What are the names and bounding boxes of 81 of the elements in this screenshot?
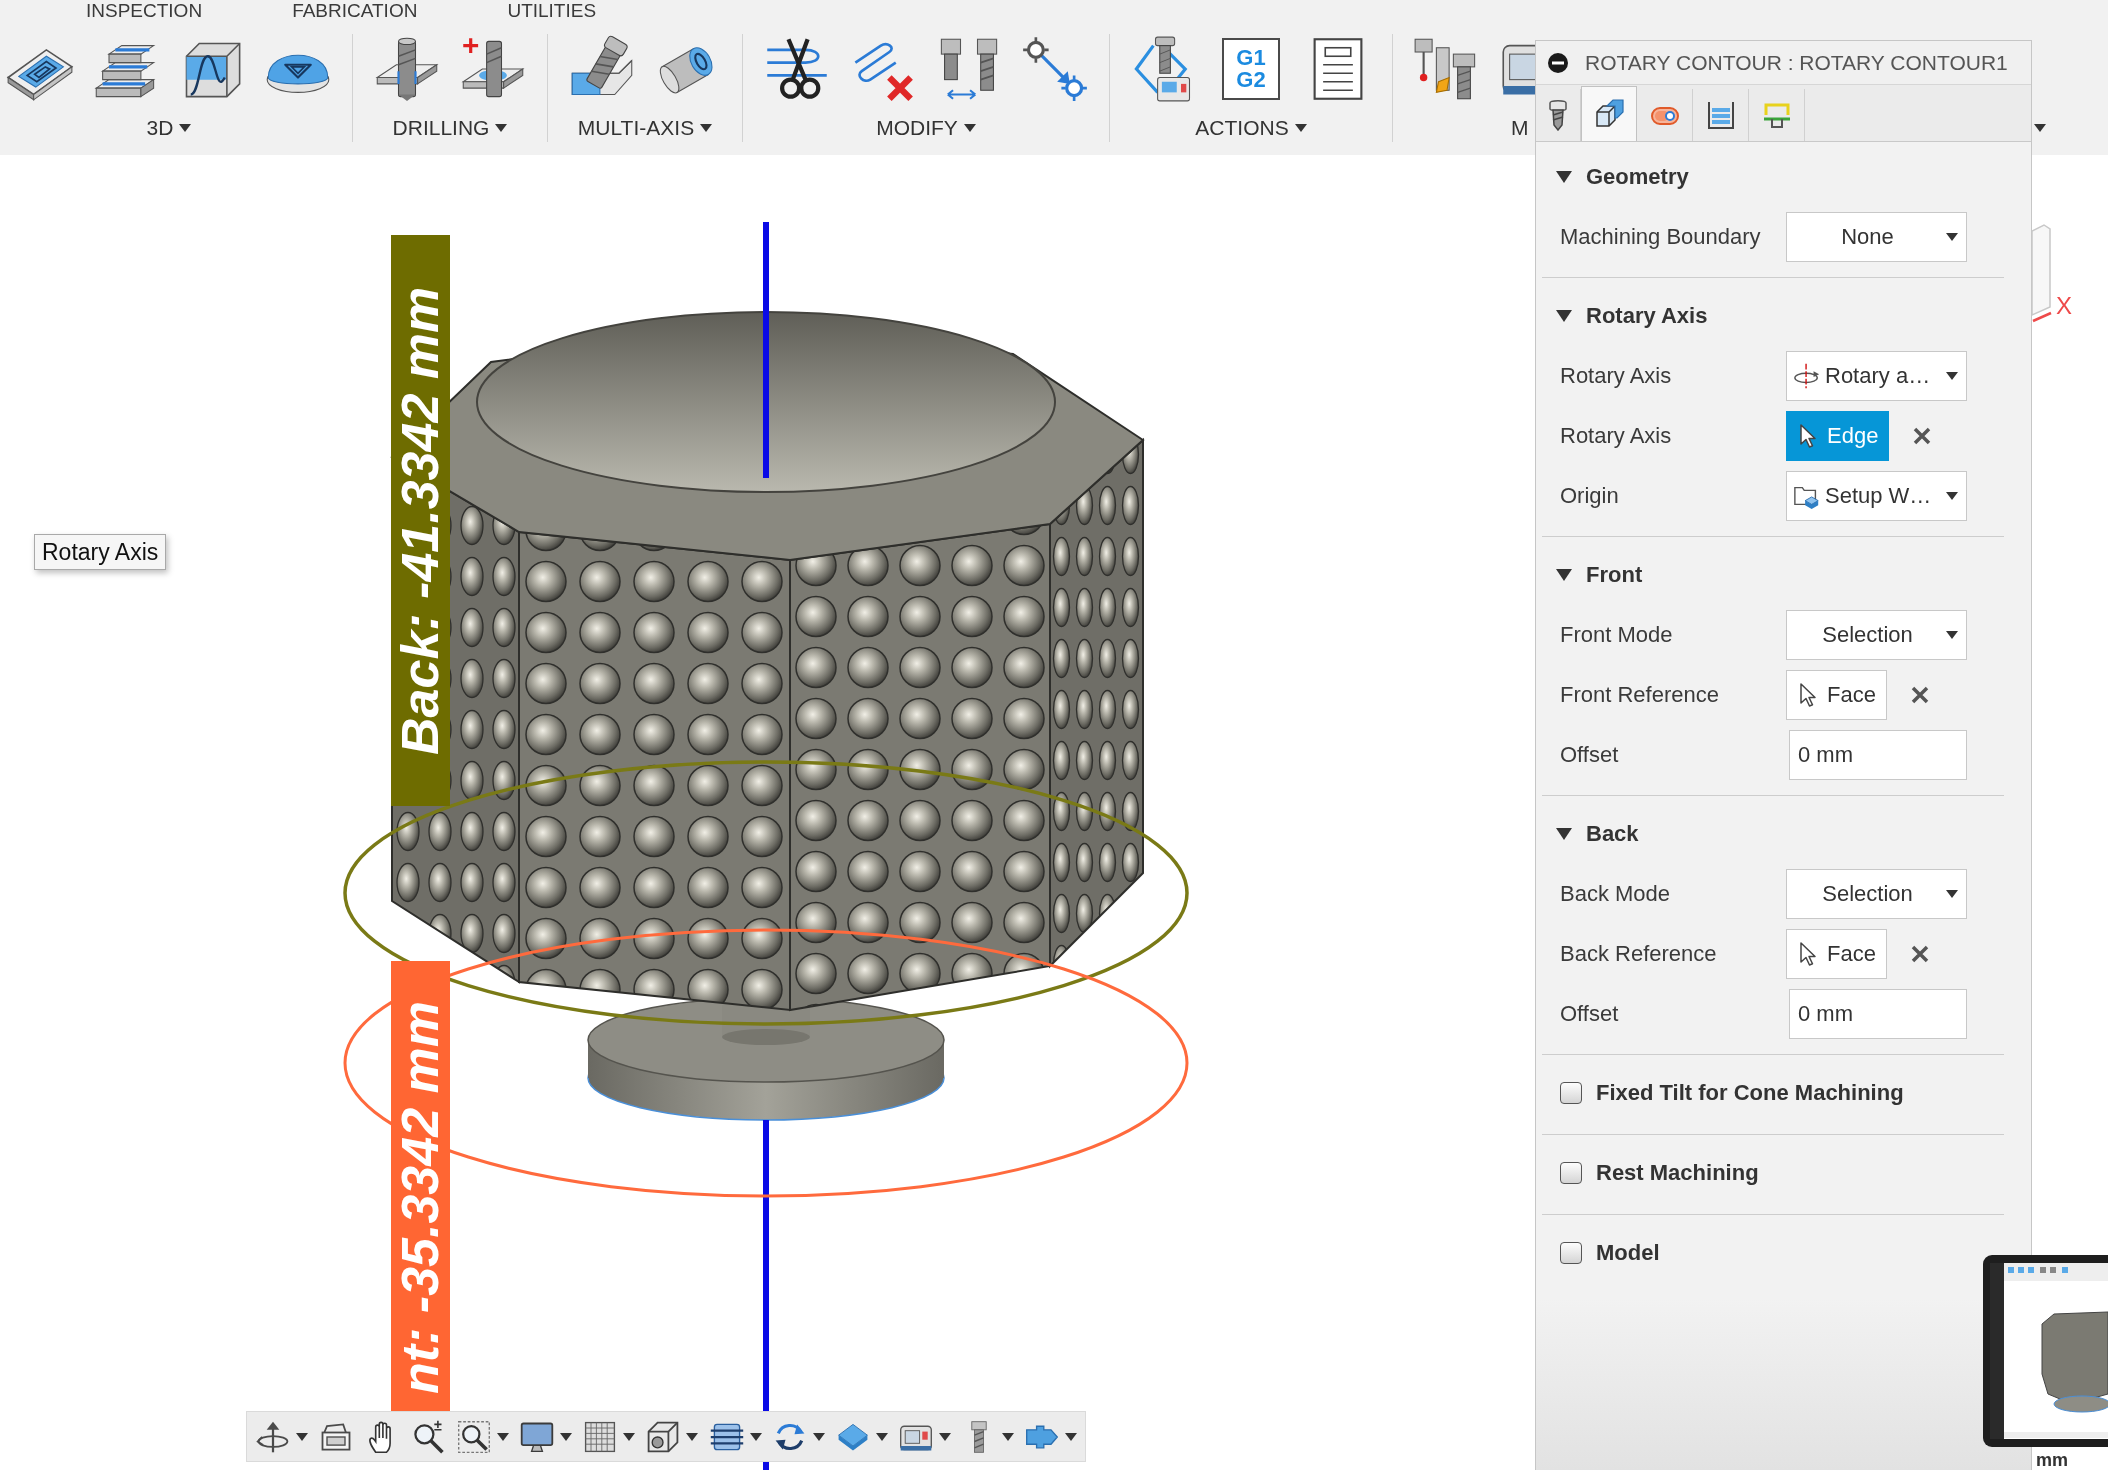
front-offset-label: nt: -35.3342 mm [391, 961, 450, 1411]
caret-icon [1946, 372, 1958, 380]
caret-icon [497, 1432, 510, 1441]
caret-icon [700, 124, 713, 132]
checkbox[interactable] [1560, 1161, 1582, 1184]
group-dropdown[interactable]: MULTI-AXIS [577, 116, 713, 140]
caret-icon[interactable] [2034, 124, 2046, 132]
field-label: Back Mode [1560, 881, 1672, 907]
section-header[interactable]: Front [1542, 545, 2004, 605]
number-field[interactable]: 0 mm [1789, 989, 1967, 1039]
field-label: Rotary Axis [1560, 363, 1673, 389]
checkbox-label: Rest Machining [1596, 1159, 1759, 1186]
checkbox-label: Model [1596, 1240, 1660, 1266]
gcode-button[interactable]: G1 G2 [1222, 38, 1280, 100]
field-label: Front Reference [1560, 682, 1720, 708]
group-dropdown[interactable]: ACTIONS [1195, 116, 1307, 140]
dropdown[interactable]: Selection [1786, 869, 1967, 919]
field-label: Back Reference [1560, 941, 1718, 967]
caret-icon [1294, 124, 1307, 132]
checkbox[interactable] [1560, 1081, 1582, 1104]
caret-icon [1064, 1432, 1077, 1441]
checkbox[interactable] [1560, 1242, 1582, 1264]
cursor-icon [1799, 423, 1817, 449]
caret-icon [812, 1432, 825, 1441]
group-dropdown[interactable]: DRILLING [392, 116, 508, 140]
partial-label: mm [2036, 1450, 2068, 1470]
selection-button[interactable]: Face [1786, 670, 1887, 720]
axis-icon [1793, 362, 1821, 390]
checkbox-label: Fixed Tilt for Cone Machining [1596, 1079, 1904, 1106]
field-label: Offset [1560, 1001, 1620, 1027]
collapse-icon[interactable] [1547, 51, 1569, 74]
group-dropdown[interactable]: MODIFY [876, 116, 976, 140]
section-header[interactable]: Geometry [1542, 147, 2004, 207]
dropdown[interactable]: Rotary a… [1786, 351, 1967, 401]
number-field[interactable]: 0 mm [1789, 730, 1967, 780]
field-label: Offset [1560, 742, 1620, 768]
caret-icon [875, 1432, 888, 1441]
caret-icon [623, 1432, 636, 1441]
drill-plate-icon[interactable] [373, 35, 441, 103]
field-label: Machining Boundary [1560, 224, 1762, 250]
caret-icon [560, 1432, 573, 1441]
workspace-tab[interactable]: FABRICATION [292, 0, 418, 22]
caret-icon [938, 1432, 951, 1441]
section-header[interactable]: Rotary Axis [1542, 286, 2004, 346]
dialog-title: ROTARY CONTOUR : ROTARY CONTOUR1 [1585, 50, 2008, 75]
clear-icon[interactable] [1913, 427, 1932, 445]
caret-icon [1946, 631, 1958, 639]
section-header[interactable]: Back [1542, 804, 2004, 864]
caret-icon [495, 124, 508, 132]
group-dropdown[interactable]: M [1511, 116, 1529, 140]
field-label: Origin [1560, 483, 1620, 509]
tooltip: Rotary Axis [34, 534, 167, 570]
axis-label: X [2056, 293, 2072, 319]
caret-icon [1946, 890, 1958, 898]
cursor-icon [1799, 682, 1817, 708]
zoom-window-icon [456, 1418, 493, 1455]
caret-icon [686, 1432, 699, 1441]
clear-icon[interactable] [1910, 945, 1929, 963]
caret-icon [1946, 492, 1958, 500]
dropdown[interactable]: Selection [1786, 610, 1967, 660]
workspace-tab[interactable]: INSPECTION [86, 0, 203, 22]
field-label: Rotary Axis [1560, 423, 1673, 449]
back-offset-label: Back: -41.3342 mm [391, 235, 450, 806]
dropdown[interactable]: None [1786, 212, 1967, 262]
caret-icon [1946, 233, 1958, 241]
cube-icon [1593, 98, 1625, 130]
workspace-tab[interactable]: UTILITIES [507, 0, 597, 22]
dialog-tab[interactable] [1581, 86, 1637, 141]
cursor-icon [1799, 941, 1817, 967]
caret-icon [1001, 1432, 1014, 1441]
caret-icon [296, 1432, 308, 1441]
dropdown[interactable]: Setup W… [1786, 471, 1967, 521]
clear-icon[interactable] [1910, 686, 1929, 704]
linked-nodes-icon[interactable] [1021, 35, 1089, 103]
selection-button[interactable]: Face [1786, 929, 1887, 979]
view-cube-icon[interactable] [2032, 223, 2052, 323]
caret-icon [179, 124, 192, 132]
group-dropdown[interactable]: 3D [146, 116, 192, 140]
caret-icon [963, 124, 976, 132]
caret-icon [749, 1432, 762, 1441]
field-label: Front Mode [1560, 622, 1674, 648]
